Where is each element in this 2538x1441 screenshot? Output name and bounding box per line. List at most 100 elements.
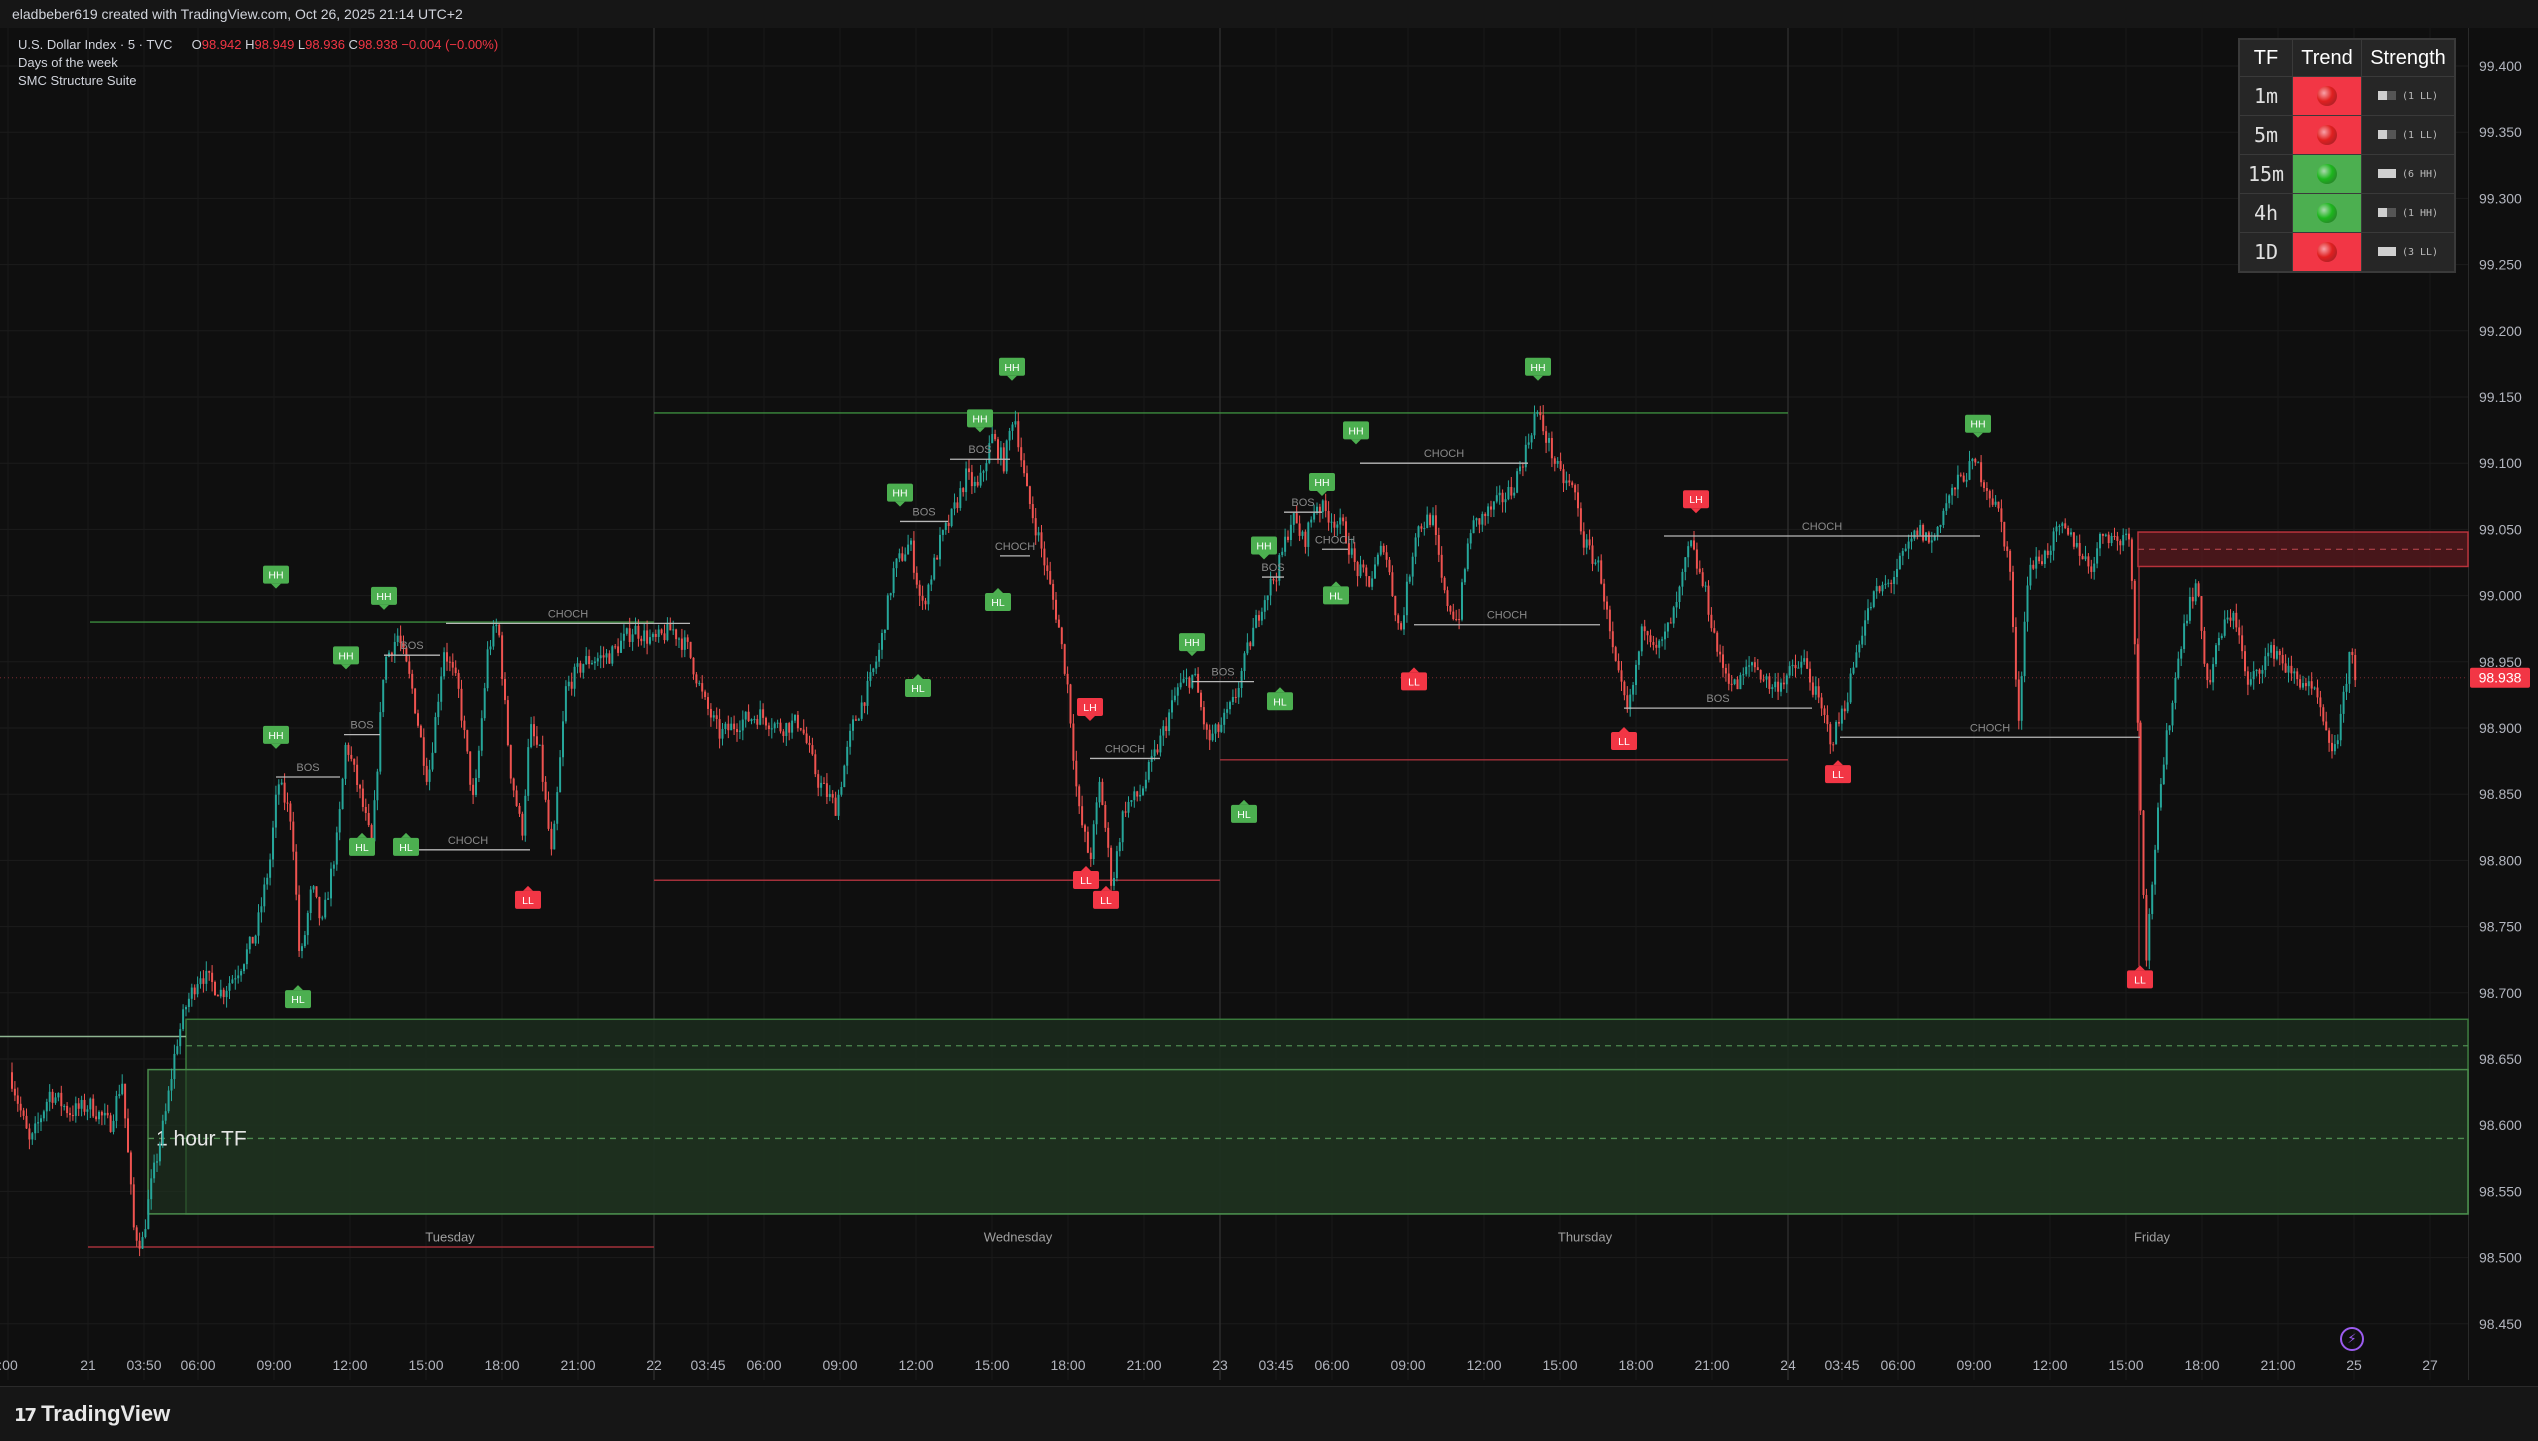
candle-body [315, 886, 318, 897]
candle-body [2104, 534, 2107, 536]
candle-body [628, 628, 631, 642]
candle-body [1748, 665, 1751, 667]
candle-body [1867, 608, 1869, 621]
candle-body [1324, 500, 1327, 511]
candle-body [1469, 533, 1472, 544]
candle-body [443, 652, 446, 677]
candle-body [216, 995, 219, 997]
candle-body [2325, 721, 2328, 731]
candle-body [1266, 595, 1269, 601]
candle-body [944, 522, 947, 531]
tf-cell: 4h [2238, 193, 2293, 233]
strength-bar-icon [2377, 91, 2396, 100]
candle-body [1806, 658, 1809, 669]
candle-body [1771, 687, 1774, 689]
candle-body [1234, 696, 1237, 698]
candle-body [524, 795, 527, 836]
candle-body [1927, 532, 1930, 543]
candle-body [1736, 679, 1739, 690]
candle-body [425, 765, 428, 782]
indicator-legend-days[interactable]: Days of the week [18, 54, 498, 72]
candle-body [814, 754, 817, 775]
candle-body [889, 593, 892, 596]
price-chart[interactable]: 99.400 99.350 99.300 99.250 99.200 99.150 99.1… [0, 28, 2538, 1386]
candle-body [1733, 679, 1736, 685]
candle-body [1321, 500, 1324, 513]
candle-body [741, 719, 744, 731]
candle-body [1652, 642, 1655, 645]
time-tick-label: 06:00 [1314, 1357, 1349, 1373]
candle-body [1948, 495, 1951, 504]
time-tick-label: 06:00 [1880, 1357, 1915, 1373]
candle-body [179, 1029, 182, 1047]
strength-cell: (6 HH) [2361, 154, 2456, 194]
candle-body [98, 1111, 100, 1120]
candle-body [2299, 679, 2302, 688]
candle-body [257, 912, 260, 936]
choch-label: CHOCH [448, 835, 488, 847]
bos-label: BOS [400, 640, 423, 652]
candle-body [71, 1115, 74, 1117]
candle-body [303, 935, 306, 947]
candle-body [2238, 627, 2241, 636]
candle-body [1646, 631, 1649, 636]
candle-body [973, 481, 976, 487]
candle-body [2351, 651, 2354, 655]
tv-logo-icon: 17 [14, 1405, 37, 1426]
candle-body [823, 782, 825, 784]
candle-body [979, 472, 982, 486]
candle-body [1753, 662, 1756, 668]
symbol-name[interactable]: U.S. Dollar Index · 5 · TVC [18, 37, 172, 52]
price-tick-label: 98.550 [2479, 1183, 2522, 1199]
lightning-icon[interactable]: ⚡ [2340, 1327, 2364, 1351]
candle-body [2322, 707, 2325, 722]
candle-body [1843, 708, 1846, 712]
trend-row: 4h (1 HH) [2238, 193, 2456, 233]
candle-body [286, 802, 289, 804]
candle-body [1075, 760, 1078, 787]
candle-body [1101, 781, 1104, 805]
candle-body [1414, 537, 1417, 557]
candle-body [1890, 582, 1893, 584]
candle-body [2206, 663, 2209, 681]
candle-body [2241, 635, 2244, 652]
candle-body [2232, 612, 2235, 621]
candle-body [1481, 513, 1484, 525]
candle-body [1855, 652, 1858, 668]
candle-body [2038, 556, 2041, 562]
trend-row: 15m (6 HH) [2238, 154, 2456, 194]
price-tick-label: 98.700 [2479, 985, 2522, 1001]
candle-body [1887, 582, 1890, 584]
candle-body [109, 1115, 112, 1132]
indicator-legend-smc[interactable]: SMC Structure Suite [18, 72, 498, 90]
symbol-legend-row[interactable]: U.S. Dollar Index · 5 · TVC O98.942 H98.… [18, 36, 498, 54]
candle-body [2215, 645, 2217, 665]
candle-body [547, 799, 550, 829]
candle-body [654, 633, 657, 637]
candle-body [968, 468, 970, 473]
candle-body [1110, 847, 1113, 886]
candle-body [512, 778, 515, 791]
candle-body [2264, 656, 2267, 671]
candle-body [1310, 519, 1313, 523]
candle-body [1675, 601, 1678, 608]
candle-body [2014, 626, 2017, 680]
candle-body [379, 712, 382, 772]
candle-body [2174, 677, 2177, 703]
candle-body [1872, 591, 1875, 607]
candle-body [306, 913, 309, 936]
candle-body [985, 463, 988, 472]
candle-body [2177, 658, 2180, 678]
candle-body [1582, 531, 1585, 548]
time-tick-label: 03:45 [1824, 1357, 1859, 1373]
price-tick-label: 98.450 [2479, 1316, 2522, 1332]
candle-body [138, 1240, 141, 1249]
candle-body [1521, 466, 1524, 468]
candle-body [1200, 692, 1202, 708]
candle-body [2284, 663, 2287, 673]
candle-body [1606, 601, 1608, 610]
candle-body [1664, 631, 1666, 640]
candle-body [1403, 615, 1405, 630]
candle-body [1980, 462, 1983, 483]
label-text: HL [355, 842, 369, 854]
